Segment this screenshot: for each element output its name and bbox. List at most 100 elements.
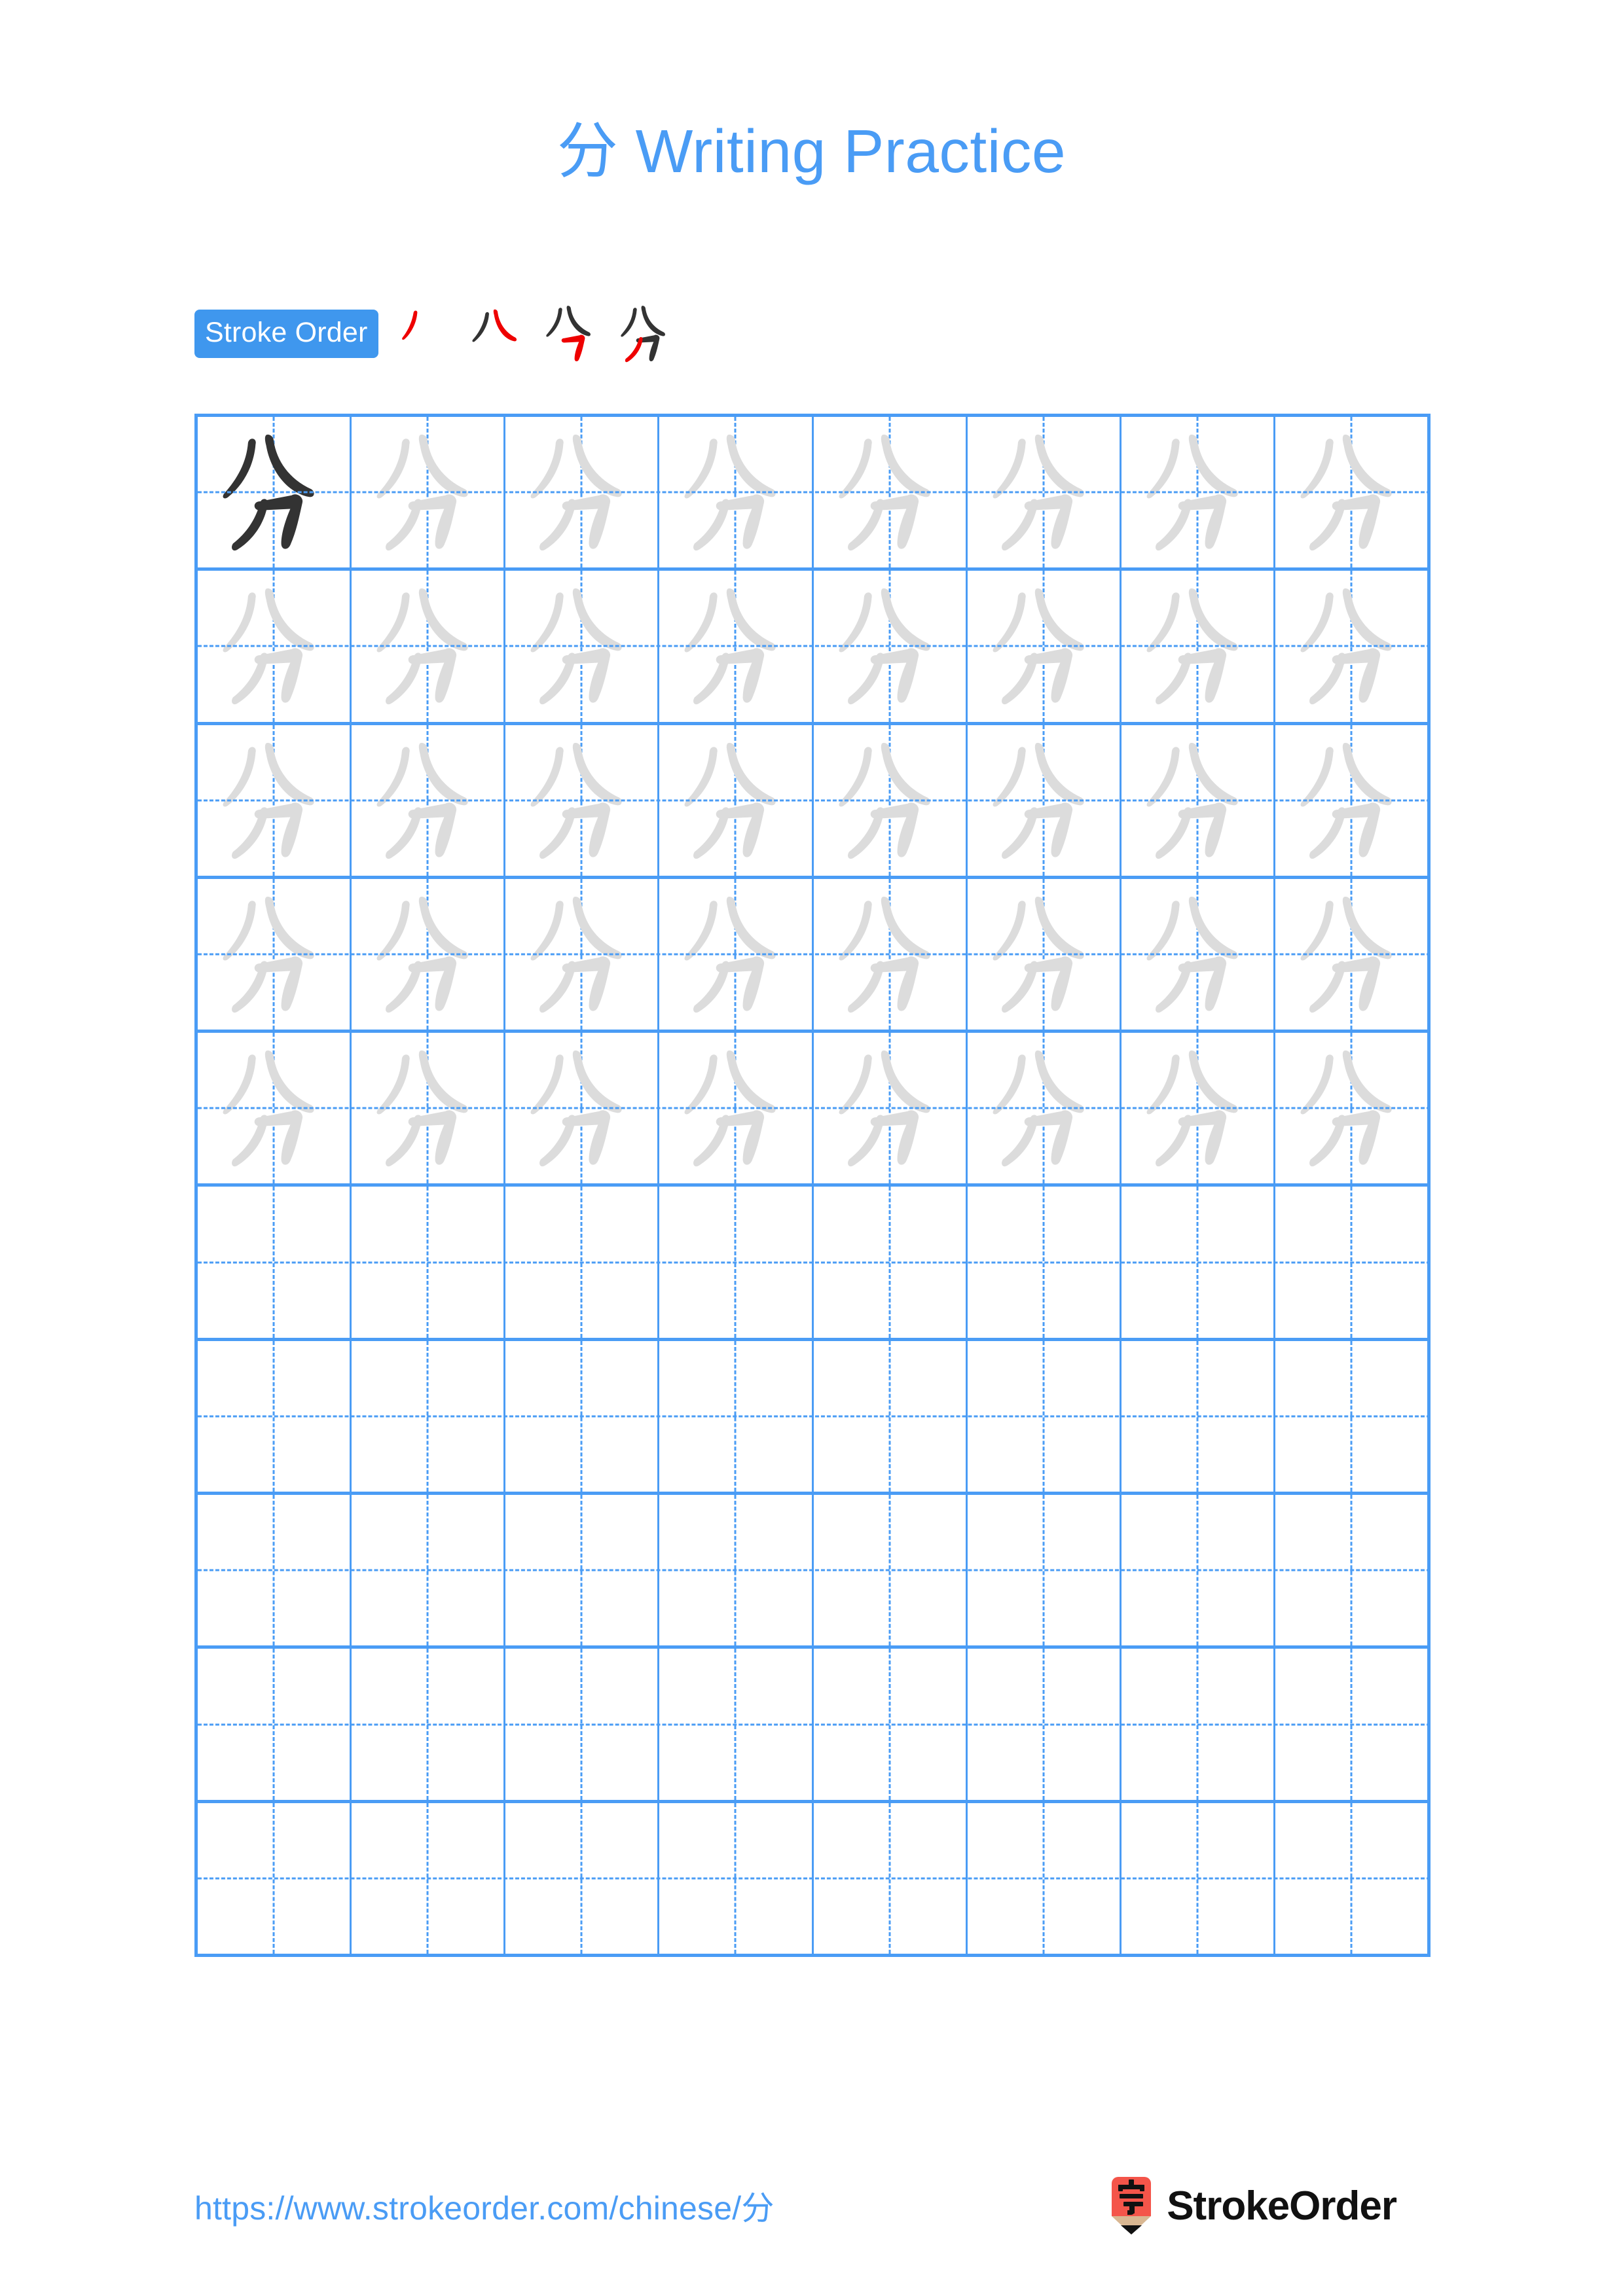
grid-cell-8-1[interactable]	[198, 1495, 352, 1646]
stroke-step-1-icon	[401, 310, 417, 340]
grid-cell-2-7[interactable]	[1122, 571, 1275, 722]
stroke-step-3-icon	[545, 306, 591, 362]
grid-cell-8-3[interactable]	[505, 1495, 660, 1646]
grid-cell-10-2[interactable]	[352, 1803, 506, 1954]
grid-cell-5-3[interactable]	[505, 1033, 660, 1184]
grid-cell-10-5[interactable]	[814, 1803, 968, 1954]
grid-cell-10-8[interactable]	[1275, 1803, 1431, 1954]
grid-row	[198, 1495, 1431, 1649]
grid-cell-6-1[interactable]	[198, 1187, 352, 1338]
grid-cell-3-8[interactable]	[1275, 725, 1431, 876]
grid-row	[198, 571, 1431, 725]
grid-cell-6-5[interactable]	[814, 1187, 968, 1338]
grid-cell-6-6[interactable]	[968, 1187, 1122, 1338]
grid-cell-10-1[interactable]	[198, 1803, 352, 1954]
grid-cell-5-8[interactable]	[1275, 1033, 1431, 1184]
grid-cell-7-5[interactable]	[814, 1340, 968, 1492]
grid-cell-1-5[interactable]	[814, 417, 968, 568]
grid-cell-1-7[interactable]	[1122, 417, 1275, 568]
trace-character-glyph	[505, 725, 657, 876]
grid-cell-3-1[interactable]	[198, 725, 352, 876]
grid-cell-2-3[interactable]	[505, 571, 660, 722]
grid-cell-7-8[interactable]	[1275, 1340, 1431, 1492]
grid-cell-8-7[interactable]	[1122, 1495, 1275, 1646]
model-character-glyph	[198, 417, 350, 567]
grid-cell-3-5[interactable]	[814, 725, 968, 876]
grid-cell-10-7[interactable]	[1122, 1803, 1275, 1954]
grid-cell-7-3[interactable]	[505, 1340, 660, 1492]
trace-character-glyph	[1275, 725, 1427, 876]
grid-cell-8-6[interactable]	[968, 1495, 1122, 1646]
grid-cell-1-2[interactable]	[352, 417, 506, 568]
trace-character-glyph	[352, 1033, 503, 1183]
grid-cell-9-1[interactable]	[198, 1649, 352, 1800]
grid-cell-2-8[interactable]	[1275, 571, 1431, 722]
grid-cell-7-1[interactable]	[198, 1340, 352, 1492]
grid-cell-6-7[interactable]	[1122, 1187, 1275, 1338]
grid-cell-6-8[interactable]	[1275, 1187, 1431, 1338]
stroke-order-badge: Stroke Order	[194, 310, 378, 358]
grid-cell-4-5[interactable]	[814, 878, 968, 1030]
grid-cell-9-3[interactable]	[505, 1649, 660, 1800]
grid-cell-10-6[interactable]	[968, 1803, 1122, 1954]
grid-cell-6-2[interactable]	[352, 1187, 506, 1338]
grid-cell-7-2[interactable]	[352, 1340, 506, 1492]
grid-cell-2-1[interactable]	[198, 571, 352, 722]
grid-cell-4-1[interactable]	[198, 878, 352, 1030]
grid-cell-1-1[interactable]	[198, 417, 352, 568]
grid-cell-3-4[interactable]	[659, 725, 814, 876]
stroke-order-steps	[385, 297, 684, 370]
grid-cell-4-3[interactable]	[505, 878, 660, 1030]
grid-cell-9-4[interactable]	[659, 1649, 814, 1800]
grid-cell-3-6[interactable]	[968, 725, 1122, 876]
trace-character-glyph	[352, 879, 503, 1030]
grid-cell-1-4[interactable]	[659, 417, 814, 568]
trace-character-glyph	[814, 571, 966, 721]
grid-cell-1-6[interactable]	[968, 417, 1122, 568]
grid-cell-2-5[interactable]	[814, 571, 968, 722]
grid-cell-4-7[interactable]	[1122, 878, 1275, 1030]
grid-cell-4-8[interactable]	[1275, 878, 1431, 1030]
grid-cell-4-4[interactable]	[659, 878, 814, 1030]
grid-cell-3-3[interactable]	[505, 725, 660, 876]
trace-character-glyph	[814, 417, 966, 567]
grid-cell-5-7[interactable]	[1122, 1033, 1275, 1184]
grid-cell-7-4[interactable]	[659, 1340, 814, 1492]
grid-cell-2-6[interactable]	[968, 571, 1122, 722]
grid-cell-9-6[interactable]	[968, 1649, 1122, 1800]
grid-cell-9-5[interactable]	[814, 1649, 968, 1800]
grid-cell-6-3[interactable]	[505, 1187, 660, 1338]
trace-character-glyph	[659, 1033, 811, 1183]
stroke-step-3	[534, 297, 608, 370]
grid-cell-9-7[interactable]	[1122, 1649, 1275, 1800]
grid-cell-5-4[interactable]	[659, 1033, 814, 1184]
grid-cell-9-2[interactable]	[352, 1649, 506, 1800]
grid-cell-8-8[interactable]	[1275, 1495, 1431, 1646]
trace-character-glyph	[505, 1033, 657, 1183]
source-url-link[interactable]: https://www.strokeorder.com/chinese/分	[194, 2182, 775, 2229]
grid-cell-1-3[interactable]	[505, 417, 660, 568]
trace-character-glyph	[1275, 879, 1427, 1030]
grid-cell-8-5[interactable]	[814, 1495, 968, 1646]
grid-cell-1-8[interactable]	[1275, 417, 1431, 568]
grid-cell-5-6[interactable]	[968, 1033, 1122, 1184]
trace-character-glyph	[1122, 571, 1273, 721]
grid-cell-4-6[interactable]	[968, 878, 1122, 1030]
grid-cell-7-6[interactable]	[968, 1340, 1122, 1492]
grid-cell-5-2[interactable]	[352, 1033, 506, 1184]
grid-cell-3-2[interactable]	[352, 725, 506, 876]
grid-cell-8-2[interactable]	[352, 1495, 506, 1646]
grid-cell-2-2[interactable]	[352, 571, 506, 722]
grid-cell-6-4[interactable]	[659, 1187, 814, 1338]
grid-cell-10-4[interactable]	[659, 1803, 814, 1954]
grid-cell-5-5[interactable]	[814, 1033, 968, 1184]
grid-cell-9-8[interactable]	[1275, 1649, 1431, 1800]
grid-cell-7-7[interactable]	[1122, 1340, 1275, 1492]
grid-cell-2-4[interactable]	[659, 571, 814, 722]
grid-cell-4-2[interactable]	[352, 878, 506, 1030]
grid-cell-10-3[interactable]	[505, 1803, 660, 1954]
grid-cell-3-7[interactable]	[1122, 725, 1275, 876]
brand-logo[interactable]: StrokeOrder	[1108, 2177, 1397, 2234]
grid-cell-5-1[interactable]	[198, 1033, 352, 1184]
grid-cell-8-4[interactable]	[659, 1495, 814, 1646]
